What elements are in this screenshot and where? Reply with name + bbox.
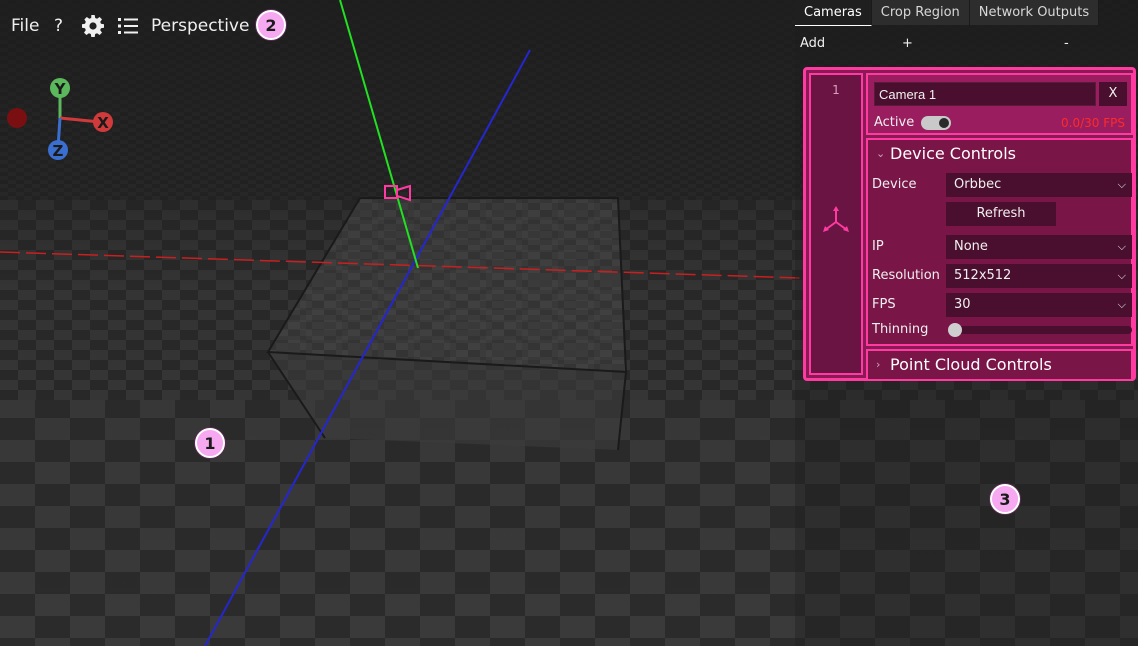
add-camera-row: Add + - — [800, 36, 1130, 52]
camera-card-sidebar[interactable]: 1 — [809, 73, 863, 375]
callout-3: 3 — [990, 484, 1020, 514]
camera-transform-icon[interactable] — [821, 205, 851, 235]
chevron-down-icon: ⌄ — [876, 147, 886, 160]
thinning-slider-track[interactable] — [948, 326, 1132, 334]
tab-cameras[interactable]: Cameras — [795, 0, 872, 26]
help-button[interactable]: ? — [54, 10, 63, 42]
resolution-label: Resolution — [872, 268, 940, 283]
orientation-gizmo[interactable]: Y X Z — [0, 72, 130, 182]
callout-2: 2 — [256, 10, 286, 40]
device-controls-title: Device Controls — [890, 144, 1016, 163]
device-select-value: Orbbec — [954, 177, 1002, 192]
ip-select-value: None — [954, 239, 988, 254]
device-select[interactable]: Orbbec ⌵ — [946, 173, 1132, 197]
add-label: Add — [800, 36, 826, 51]
view-mode-label[interactable]: Perspective — [151, 10, 249, 42]
camera-header: X Active 0.0/30 FPS — [866, 73, 1133, 135]
close-camera-button[interactable]: X — [1099, 82, 1127, 106]
camera-index: 1 — [832, 83, 840, 97]
thinning-slider-handle[interactable] — [948, 323, 962, 337]
neg-x-axis-handle — [7, 108, 27, 128]
thinning-label: Thinning — [872, 322, 929, 337]
chevron-down-icon: ⌵ — [1117, 269, 1126, 282]
point-cloud-controls-header[interactable]: › Point Cloud Controls — [868, 351, 1131, 379]
active-toggle[interactable] — [921, 116, 951, 130]
callout-1: 1 — [195, 428, 225, 458]
settings-gear-icon[interactable] — [81, 10, 105, 42]
tab-network-outputs[interactable]: Network Outputs — [969, 0, 1100, 25]
fps-select[interactable]: 30 ⌵ — [946, 293, 1132, 317]
gizmo-y-label: Y — [54, 80, 67, 98]
ip-select[interactable]: None ⌵ — [946, 235, 1132, 259]
device-label: Device — [872, 177, 917, 192]
point-cloud-controls-title: Point Cloud Controls — [890, 355, 1052, 374]
fps-status: 0.0/30 FPS — [1061, 116, 1125, 130]
device-controls-section: ⌄ Device Controls Device Orbbec ⌵ Refres… — [866, 138, 1133, 346]
camera-name-field[interactable] — [874, 82, 1096, 106]
list-menu-icon[interactable] — [117, 10, 139, 42]
gizmo-x-label: X — [97, 114, 109, 132]
device-controls-header[interactable]: ⌄ Device Controls — [868, 140, 1131, 168]
gizmo-z-label: Z — [53, 142, 64, 160]
point-cloud-controls-section: › Point Cloud Controls — [866, 349, 1133, 381]
side-panel: Cameras Crop Region Network Outputs Add … — [795, 0, 1138, 646]
chevron-right-icon: › — [876, 358, 881, 371]
chevron-down-icon: ⌵ — [1117, 298, 1126, 311]
panel-tabs: Cameras Crop Region Network Outputs — [795, 0, 1100, 26]
chevron-down-icon: ⌵ — [1117, 178, 1126, 191]
active-label: Active — [874, 115, 915, 130]
fps-label: FPS — [872, 297, 896, 312]
camera-card: 1 X Active 0.0/30 FPS — [803, 67, 1136, 381]
ip-label: IP — [872, 239, 884, 254]
add-camera-button[interactable]: + — [902, 36, 913, 51]
refresh-button[interactable]: Refresh — [946, 202, 1056, 226]
fps-select-value: 30 — [954, 297, 971, 312]
resolution-select-value: 512x512 — [954, 268, 1012, 283]
chevron-down-icon: ⌵ — [1117, 240, 1126, 253]
resolution-select[interactable]: 512x512 ⌵ — [946, 264, 1132, 288]
file-menu[interactable]: File — [11, 10, 39, 42]
remove-camera-button[interactable]: - — [1064, 36, 1069, 51]
tab-crop-region[interactable]: Crop Region — [871, 0, 970, 25]
